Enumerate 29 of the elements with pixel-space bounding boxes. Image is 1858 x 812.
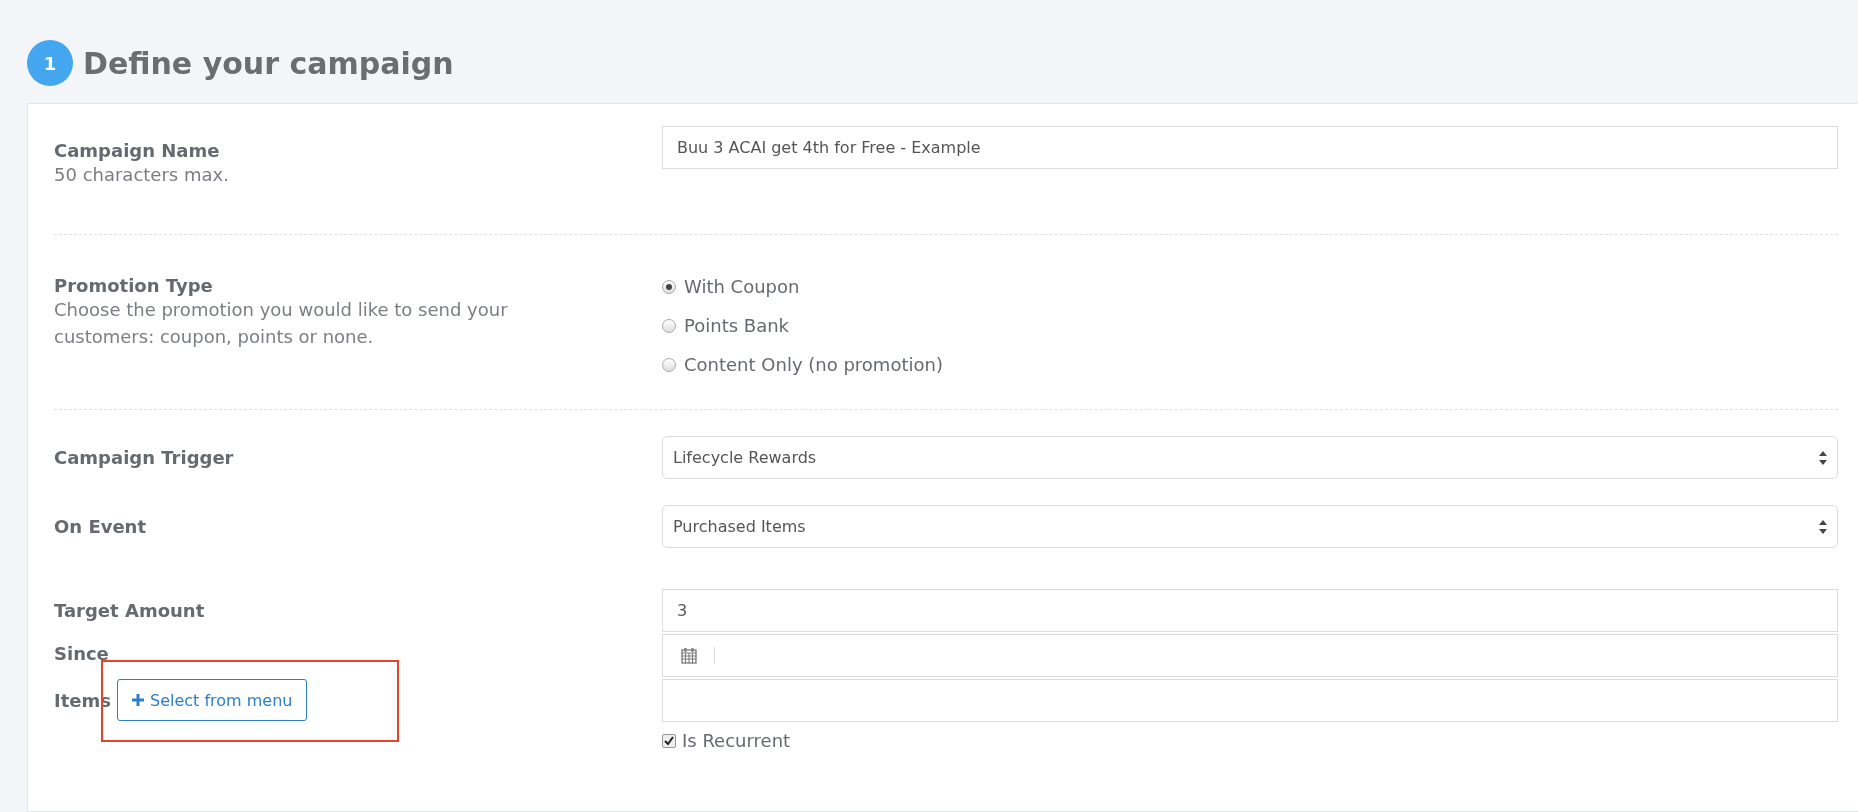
field-label: Target Amount — [54, 599, 206, 623]
text-field[interactable]: Buu 3 ACAI get 4th for Free - Example — [662, 126, 1838, 169]
radio-button[interactable] — [662, 318, 676, 333]
radio-label: With Coupon — [684, 276, 800, 297]
radio-button[interactable] — [662, 279, 676, 294]
radio-label: Points Bank — [684, 315, 789, 336]
field-hint: 50 characters max. — [54, 163, 230, 187]
checkbox-label: Is Recurrent — [682, 730, 791, 751]
updown-caret-icon — [1819, 449, 1827, 466]
number-field[interactable]: 3 — [662, 589, 1838, 632]
plus-icon — [132, 694, 144, 706]
checkbox[interactable] — [662, 733, 676, 748]
field-hint: Choose the promotion you would like to send your customers: coupon, points or none. — [54, 298, 509, 349]
updown-caret-icon — [1819, 518, 1827, 535]
select-from-menu-button[interactable]: Select from menu — [117, 679, 308, 721]
radio-button[interactable] — [662, 357, 676, 372]
field-label: Campaign Name — [54, 140, 221, 161]
field-label: On Event — [54, 516, 148, 537]
field-label: Campaign Trigger — [54, 447, 235, 468]
select-field[interactable]: Purchased Items — [662, 505, 1838, 548]
section-title: Define your campaign — [83, 45, 454, 81]
step-number: 1 — [27, 40, 73, 86]
field-label: Promotion Type — [54, 275, 214, 296]
select-field[interactable]: Lifecycle Rewards — [662, 436, 1838, 479]
date-field[interactable] — [662, 634, 1838, 677]
calendar-icon — [680, 647, 697, 664]
items-field[interactable] — [662, 679, 1838, 722]
radio-label: Content Only (no promotion) — [684, 354, 943, 375]
field-label: Since — [54, 642, 110, 666]
